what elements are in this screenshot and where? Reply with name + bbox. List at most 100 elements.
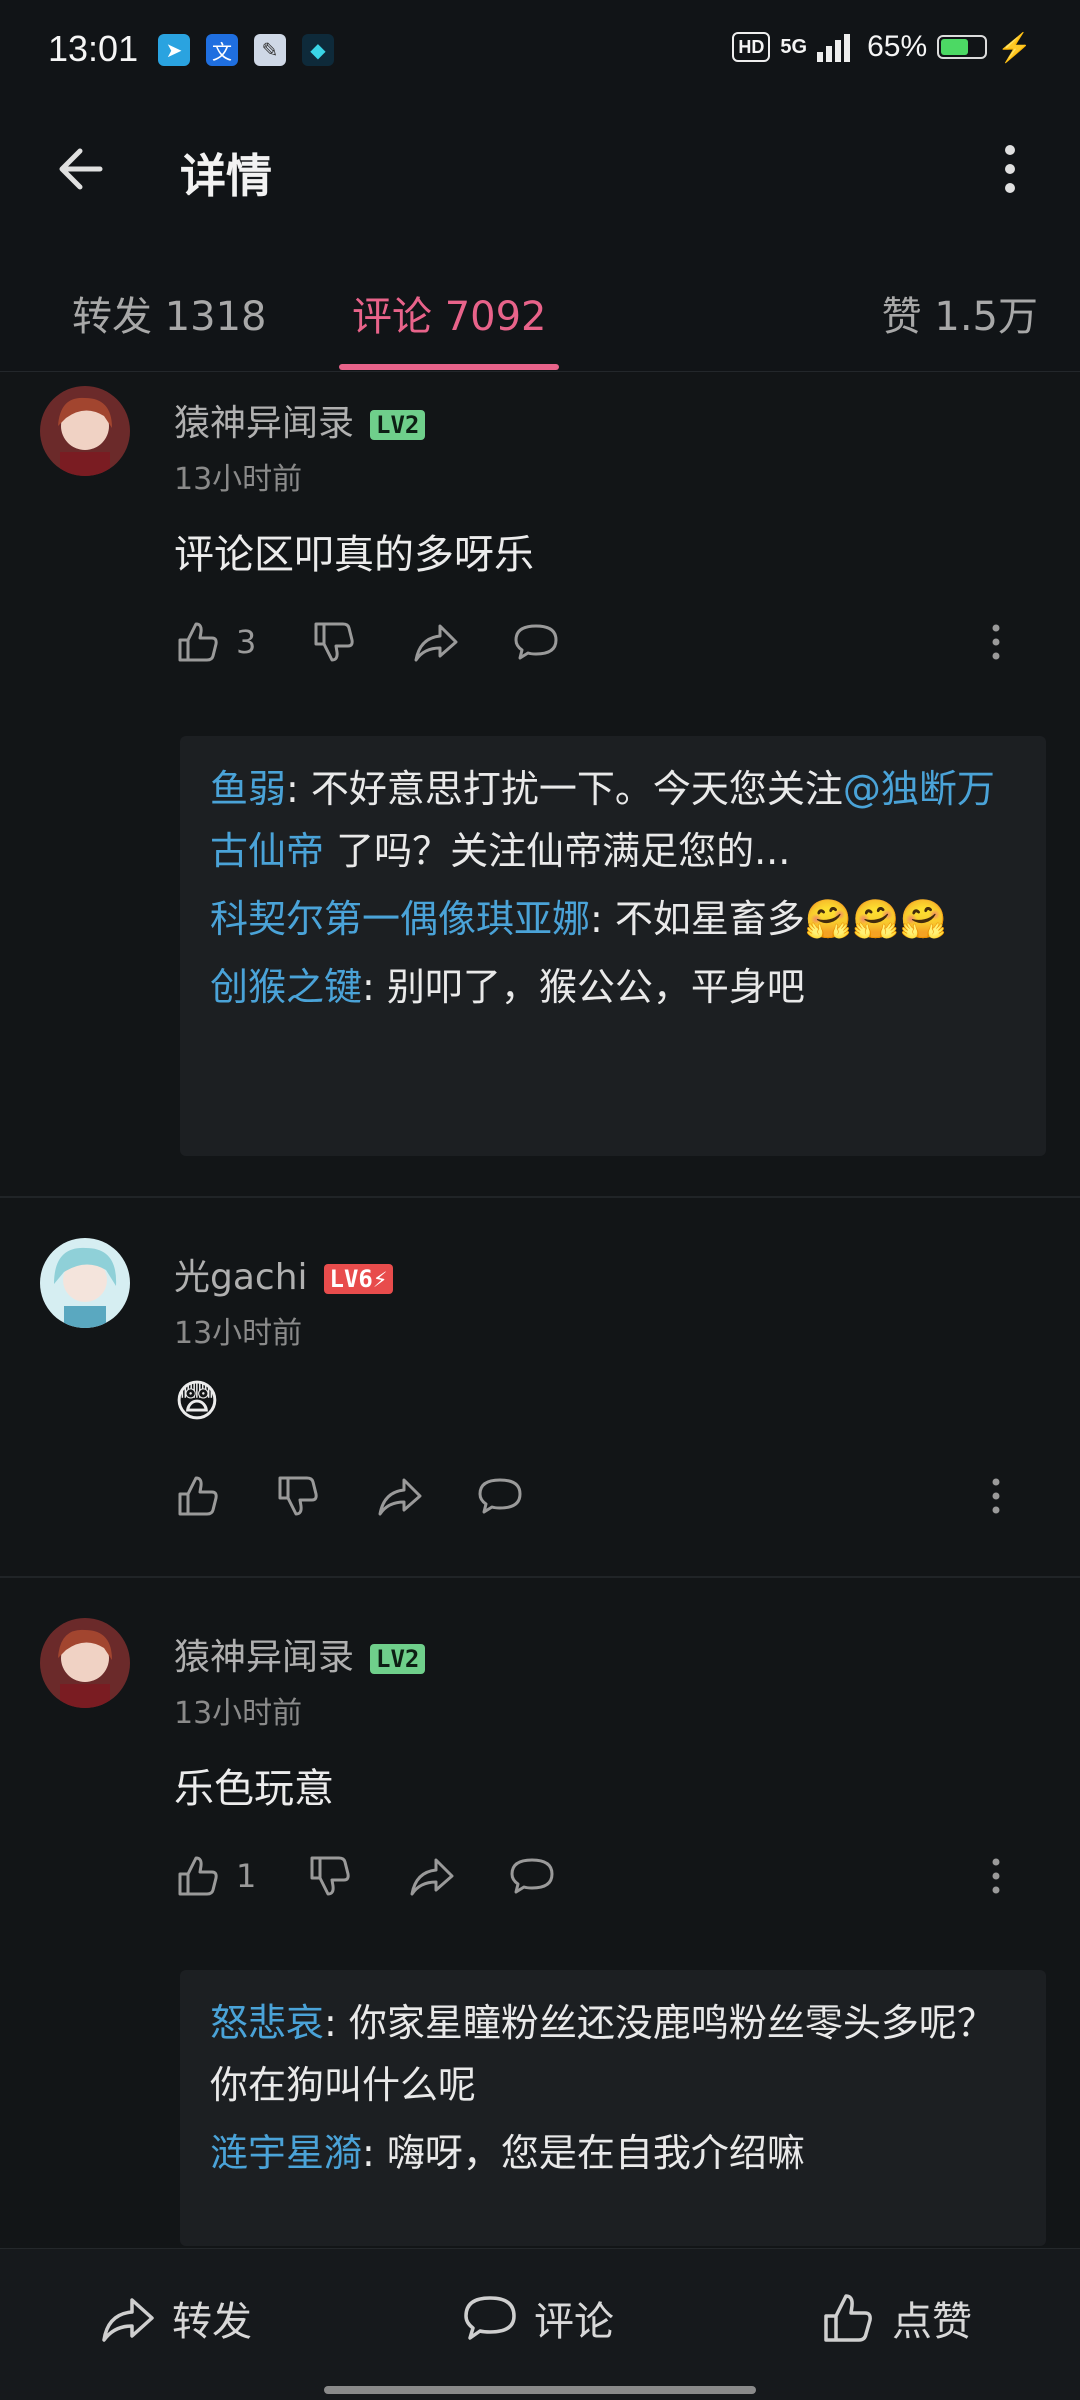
reply-separator: : [362,965,387,1009]
reply-item[interactable]: 鱼弱: 不好意思打扰一下。今天您关注@独断万古仙帝 了吗？关注仙帝满足您的... [210,758,1016,882]
dislike-button[interactable] [274,1466,322,1526]
reply-username[interactable]: 涟宇星漪 [210,2131,362,2175]
like-button[interactable] [174,1466,236,1526]
comment-more-button[interactable] [972,1846,1020,1906]
active-tab-indicator [339,364,559,370]
tab-comments[interactable]: 评论 7092 [352,284,547,342]
dislike-button[interactable] [306,1846,354,1906]
vertical-dots-icon [992,624,1000,660]
like-button[interactable]: 3 [174,612,256,672]
like-count: 3 [236,623,257,661]
status-right: HD 5G 65% ⚡ [732,30,1032,64]
reply-preview-box[interactable]: 鱼弱: 不好意思打扰一下。今天您关注@独断万古仙帝 了吗？关注仙帝满足您的...… [180,736,1046,1156]
share-button[interactable] [408,1846,456,1906]
avatar-image [40,386,130,476]
avatar[interactable] [40,386,130,476]
comment-label: 评论 [534,2299,614,2345]
more-options-button[interactable] [980,134,1040,204]
thumbs-up-icon [824,2294,872,2342]
dislike-button[interactable] [310,612,358,672]
tab-bar: 转发 1318 评论 7092 赞 1.5万 [0,234,1080,372]
reply-username[interactable]: 鱼弱 [210,767,286,811]
home-indicator[interactable] [324,2386,756,2394]
reply-separator: : [590,897,615,941]
level-badge: LV2 [370,1644,426,1674]
bottom-action-bar: 转发 评论 点赞 [0,2248,1080,2400]
reply-text: 不好意思打扰一下。今天您关注 [310,767,843,811]
level-badge: LV2 [370,410,426,440]
reply-text: 别叩了，猴公公，平身吧 [386,965,805,1009]
tab-likes[interactable]: 赞 1.5万 [882,284,1038,342]
thumbs-up-icon [178,1476,218,1516]
level-badge: LV6⚡ [323,1264,394,1294]
vertical-dots-icon [992,1858,1000,1894]
comment-more-button[interactable] [972,1466,1020,1526]
reply-button[interactable] [512,612,560,672]
avatar-image [40,1238,130,1328]
comment-content: 😨 [174,1376,220,1427]
like-label: 点赞 [892,2299,972,2345]
like-button[interactable]: 1 [174,1846,256,1906]
comment-username[interactable]: 猿神异闻录 LV2 [174,394,426,446]
reply-item[interactable]: 怒悲哀: 你家星瞳粉丝还没鹿鸣粉丝零头多呢？你在狗叫什么呢 [210,1992,1016,2116]
share-arrow-icon [410,1858,454,1896]
comment-bubble-icon [478,1478,522,1514]
screen: 13:01 ➤ 文 ✎ ◆ HD 5G 65% ⚡ 详情 转发 1318 评论 … [0,0,1080,2400]
comment-content: 乐色玩意 [174,1766,334,1812]
comment-content: 评论区叩真的多呀乐 [174,532,534,578]
notes-icon: ✎ [254,34,286,66]
hd-badge: HD [732,32,771,62]
comment-more-button[interactable] [972,612,1020,672]
comment-divider [0,1576,1080,1578]
comment-username[interactable]: 猿神异闻录 LV2 [174,1628,426,1680]
avatar[interactable] [40,1238,130,1328]
reply-username[interactable]: 科契尔第一偶像琪亚娜 [210,897,590,941]
tab-repost[interactable]: 转发 1318 [72,284,267,342]
comment-timestamp: 13小时前 [174,462,303,497]
comment-item: 猿神异闻录 LV2 13小时前 乐色玩意 1 怒悲哀: 你家星瞳粉丝还没鹿鸣粉丝… [0,1606,1080,2248]
username-text[interactable]: 猿神异闻录 [174,403,354,444]
share-arrow-icon [378,1478,422,1516]
comment-username[interactable]: 光gachi LV6⚡ [174,1248,394,1300]
share-button[interactable] [412,612,460,672]
reply-item[interactable]: 科契尔第一偶像琪亚娜: 不如星畜多🤗🤗🤗 [210,888,1016,950]
avatar[interactable] [40,1618,130,1708]
like-post-button[interactable]: 点赞 [820,2289,972,2347]
network-type: 5G [780,35,808,58]
share-arrow-icon [414,624,458,662]
thumbs-up-icon [178,1856,218,1896]
reply-button[interactable] [476,1466,524,1526]
vertical-dots-icon [992,1478,1000,1514]
repost-button[interactable]: 转发 [100,2289,252,2347]
comment-button[interactable]: 评论 [462,2289,614,2347]
thumbs-down-icon [314,622,354,662]
charging-icon: ⚡ [997,31,1032,63]
translate-icon: 文 [206,34,238,66]
comment-timestamp: 13小时前 [174,1316,303,1351]
username-text[interactable]: 猿神异闻录 [174,1637,354,1678]
comment-bubble-icon [464,2296,516,2340]
shield-app-icon: ◆ [302,34,334,66]
reply-item[interactable]: 涟宇星漪: 嗨呀，您是在自我介绍嘛 [210,2122,1016,2184]
status-app-icons: ➤ 文 ✎ ◆ [158,34,334,66]
thumbs-up-icon [178,622,218,662]
comment-divider [0,1196,1080,1198]
reply-username[interactable]: 怒悲哀 [210,2001,324,2045]
back-button[interactable] [50,134,120,204]
share-button[interactable] [376,1466,424,1526]
status-time: 13:01 [48,28,139,69]
vertical-dots-icon [1005,145,1015,193]
signal-icon [817,34,851,62]
reply-item[interactable]: 创猴之键: 别叩了，猴公公，平身吧 [210,956,1016,1018]
reply-separator: : [286,767,311,811]
battery-percent: 65% [867,30,928,63]
battery-icon [937,35,988,59]
reply-button[interactable] [508,1846,556,1906]
reply-text-continued: 了吗？关注仙帝满足您的... [324,829,791,873]
reply-username[interactable]: 创猴之键 [210,965,362,1009]
app-header: 详情 [0,104,1080,234]
username-text[interactable]: 光gachi [174,1257,308,1298]
reply-preview-box[interactable]: 怒悲哀: 你家星瞳粉丝还没鹿鸣粉丝零头多呢？你在狗叫什么呢 涟宇星漪: 嗨呀，您… [180,1970,1046,2246]
page-title: 详情 [180,149,272,203]
status-bar: 13:01 ➤ 文 ✎ ◆ HD 5G 65% ⚡ [0,0,1080,104]
